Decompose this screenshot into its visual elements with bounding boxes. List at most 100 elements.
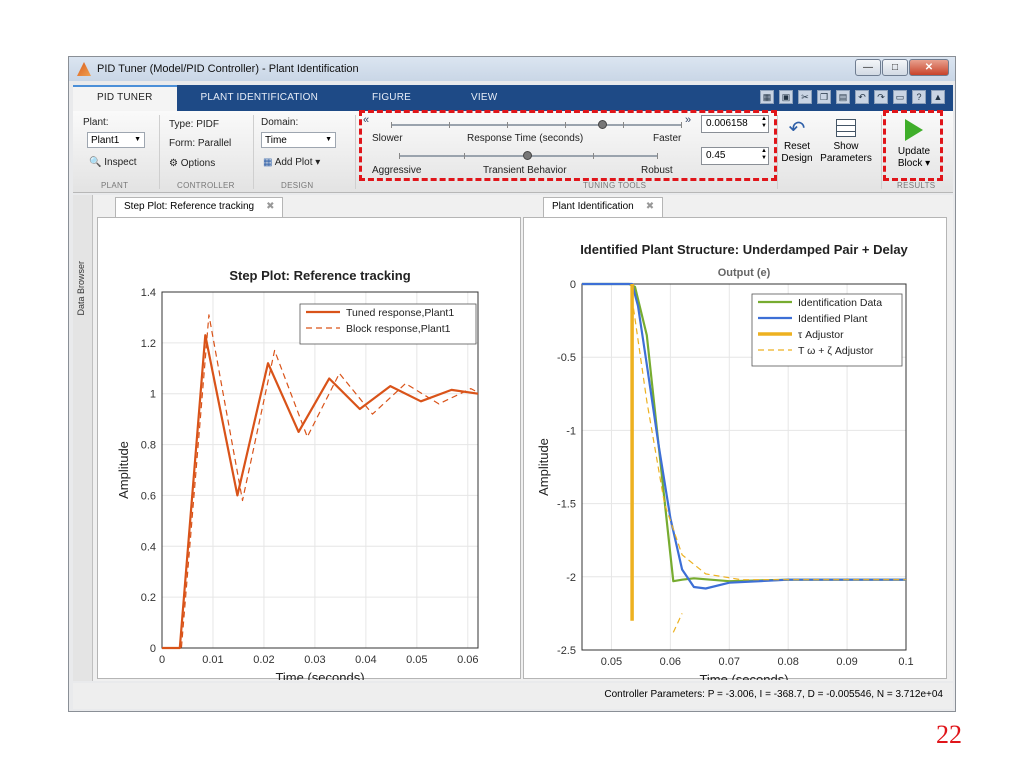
- matlab-app-icon: [77, 62, 91, 76]
- x-tick-label: 0.1: [898, 656, 913, 668]
- separator: [777, 115, 778, 189]
- inspect-label: Inspect: [104, 157, 137, 168]
- x-tick-label: 0: [159, 654, 165, 666]
- plant-dropdown[interactable]: Plant1 ▼: [87, 132, 145, 148]
- copy-icon[interactable]: ❐: [817, 90, 831, 104]
- y-tick-label: 0.8: [141, 440, 156, 452]
- y-tick-label: 1: [150, 389, 156, 401]
- maximize-button[interactable]: □: [882, 59, 908, 76]
- y-tick-label: 0.2: [141, 592, 156, 604]
- ribbon: Plant: Plant1 ▼ 🔍 Inspect PLANT Type: PID…: [73, 110, 953, 193]
- x-tick-label: 0.03: [304, 654, 325, 666]
- x-axis-label: Time (seconds): [699, 672, 788, 680]
- separator: [253, 115, 254, 189]
- axes-box: [161, 291, 479, 649]
- close-tab-icon[interactable]: ✖: [266, 201, 274, 212]
- x-tick-label: 0.05: [601, 656, 622, 668]
- x-tick-label: 0.02: [253, 654, 274, 666]
- reset-design-button[interactable]: ↶ Reset Design: [779, 117, 815, 177]
- save-icon[interactable]: ▣: [779, 90, 793, 104]
- tab-step-plot[interactable]: Step Plot: Reference tracking ✖: [115, 197, 284, 217]
- y-tick-label: 1.2: [141, 338, 156, 350]
- content-area: Data Browser Step Plot: Reference tracki…: [73, 195, 953, 687]
- reset-label: Reset: [783, 141, 811, 152]
- table-icon: [836, 119, 856, 137]
- status-bar: Controller Parameters: P = -3.006, I = -…: [73, 683, 953, 709]
- section-tuning-tools: TUNING TOOLS: [583, 181, 647, 190]
- options-label: Options: [180, 158, 216, 169]
- domain-label: Domain:: [261, 117, 299, 128]
- close-tab-icon[interactable]: ✖: [646, 201, 654, 212]
- plant-identification-chart[interactable]: Identified Plant Structure: Underdamped …: [524, 218, 948, 687]
- gear-icon: ⚙: [169, 158, 178, 169]
- y-tick-label: 0: [150, 643, 156, 655]
- options-button[interactable]: ⚙ Options: [169, 158, 215, 169]
- title-bar: PID Tuner (Model/PID Controller) - Plant…: [69, 57, 955, 81]
- series-line-3-tail: [672, 613, 683, 633]
- x-tick-label: 0.05: [406, 654, 427, 666]
- add-plot-button[interactable]: ▦ Add Plot ▾: [263, 157, 320, 168]
- x-tick-label: 0.07: [719, 656, 740, 668]
- y-tick-label: -1: [566, 425, 576, 437]
- paste-icon[interactable]: ▤: [836, 90, 850, 104]
- domain-dropdown-value: Time: [265, 135, 287, 146]
- window-title: PID Tuner (Model/PID Controller) - Plant…: [97, 63, 359, 75]
- chevron-down-icon: ▼: [325, 136, 332, 143]
- pid-tuner-window: PID Tuner (Model/PID Controller) - Plant…: [68, 56, 956, 712]
- y-tick-label: -2: [566, 572, 576, 584]
- legend-entry: Tuned response,Plant1: [346, 307, 454, 319]
- inspect-button[interactable]: 🔍 Inspect: [89, 157, 136, 168]
- collapse-ribbon-icon[interactable]: ▲: [931, 90, 945, 104]
- chevron-down-icon: ▼: [134, 136, 141, 143]
- y-tick-label: -2.5: [557, 645, 576, 657]
- tab-pid-tuner[interactable]: PID TUNER: [73, 85, 177, 111]
- data-browser-sidebar[interactable]: Data Browser: [73, 195, 93, 681]
- cut-icon[interactable]: ✂: [798, 90, 812, 104]
- legend-entry: Block response,Plant1: [346, 323, 451, 335]
- reset-arrow-icon: ↶: [788, 118, 806, 140]
- show-label: Show: [833, 141, 859, 152]
- tab-plant-identification[interactable]: PLANT IDENTIFICATION: [177, 85, 343, 111]
- add-plot-icon: ▦: [263, 157, 273, 168]
- series-line-1: [162, 314, 479, 649]
- step-plot-panel: Step Plot: Reference tracking 0 0.01 0.02 0.…: [97, 217, 522, 685]
- layout-icon[interactable]: ▦: [760, 90, 774, 104]
- controller-parameters-text: Controller Parameters: P = -3.006, I = -…: [604, 689, 943, 700]
- magnifier-icon: 🔍: [89, 157, 102, 168]
- tab-figure[interactable]: FIGURE: [342, 85, 441, 111]
- separator: [355, 115, 356, 189]
- show-parameters-button[interactable]: Show Parameters: [817, 117, 875, 177]
- ribbon-tab-strip: PID TUNER PLANT IDENTIFICATION FIGURE VI…: [73, 85, 953, 111]
- domain-dropdown[interactable]: Time ▼: [261, 132, 336, 148]
- series-line-0: [162, 334, 479, 650]
- switch-windows-icon[interactable]: ▭: [893, 90, 907, 104]
- plant-identification-panel: Identified Plant Structure: Underdamped …: [523, 217, 948, 687]
- close-button[interactable]: ✕: [909, 59, 949, 76]
- redo-icon[interactable]: ↷: [874, 90, 888, 104]
- help-icon[interactable]: ?: [912, 90, 926, 104]
- y-tick-label: 0: [570, 279, 576, 291]
- quick-access-toolbar: ▦ ▣ ✂ ❐ ▤ ↶ ↷ ▭ ? ▲: [760, 90, 945, 104]
- section-design: DESIGN: [281, 181, 314, 190]
- tab-plant-identification-label: Plant Identification: [552, 201, 634, 212]
- step-plot-chart[interactable]: Step Plot: Reference tracking 0 0.01 0.02 0.…: [98, 218, 522, 685]
- x-tick-label: 0.04: [355, 654, 376, 666]
- tab-plant-identification-doc[interactable]: Plant Identification ✖: [543, 197, 664, 217]
- tab-view[interactable]: VIEW: [441, 85, 527, 111]
- x-tick-label: 0.06: [660, 656, 681, 668]
- section-results: RESULTS: [897, 181, 936, 190]
- chart-title: Identified Plant Structure: Underdamped …: [580, 242, 908, 257]
- undo-icon[interactable]: ↶: [855, 90, 869, 104]
- section-controller: CONTROLLER: [177, 181, 235, 190]
- x-tick-label: 0.08: [777, 656, 798, 668]
- add-plot-label: Add Plot: [274, 157, 313, 168]
- highlight-update-box: [883, 110, 943, 181]
- separator: [159, 115, 160, 189]
- y-tick-label: 1.4: [141, 287, 156, 299]
- highlight-tuning-box: [359, 110, 777, 181]
- x-tick-label: 0.09: [836, 656, 857, 668]
- legend-entry: T ω + ζ Adjustor: [798, 345, 874, 357]
- minimize-button[interactable]: —: [855, 59, 881, 76]
- plant-label: Plant:: [83, 117, 109, 128]
- show-label-2: Parameters: [820, 153, 872, 164]
